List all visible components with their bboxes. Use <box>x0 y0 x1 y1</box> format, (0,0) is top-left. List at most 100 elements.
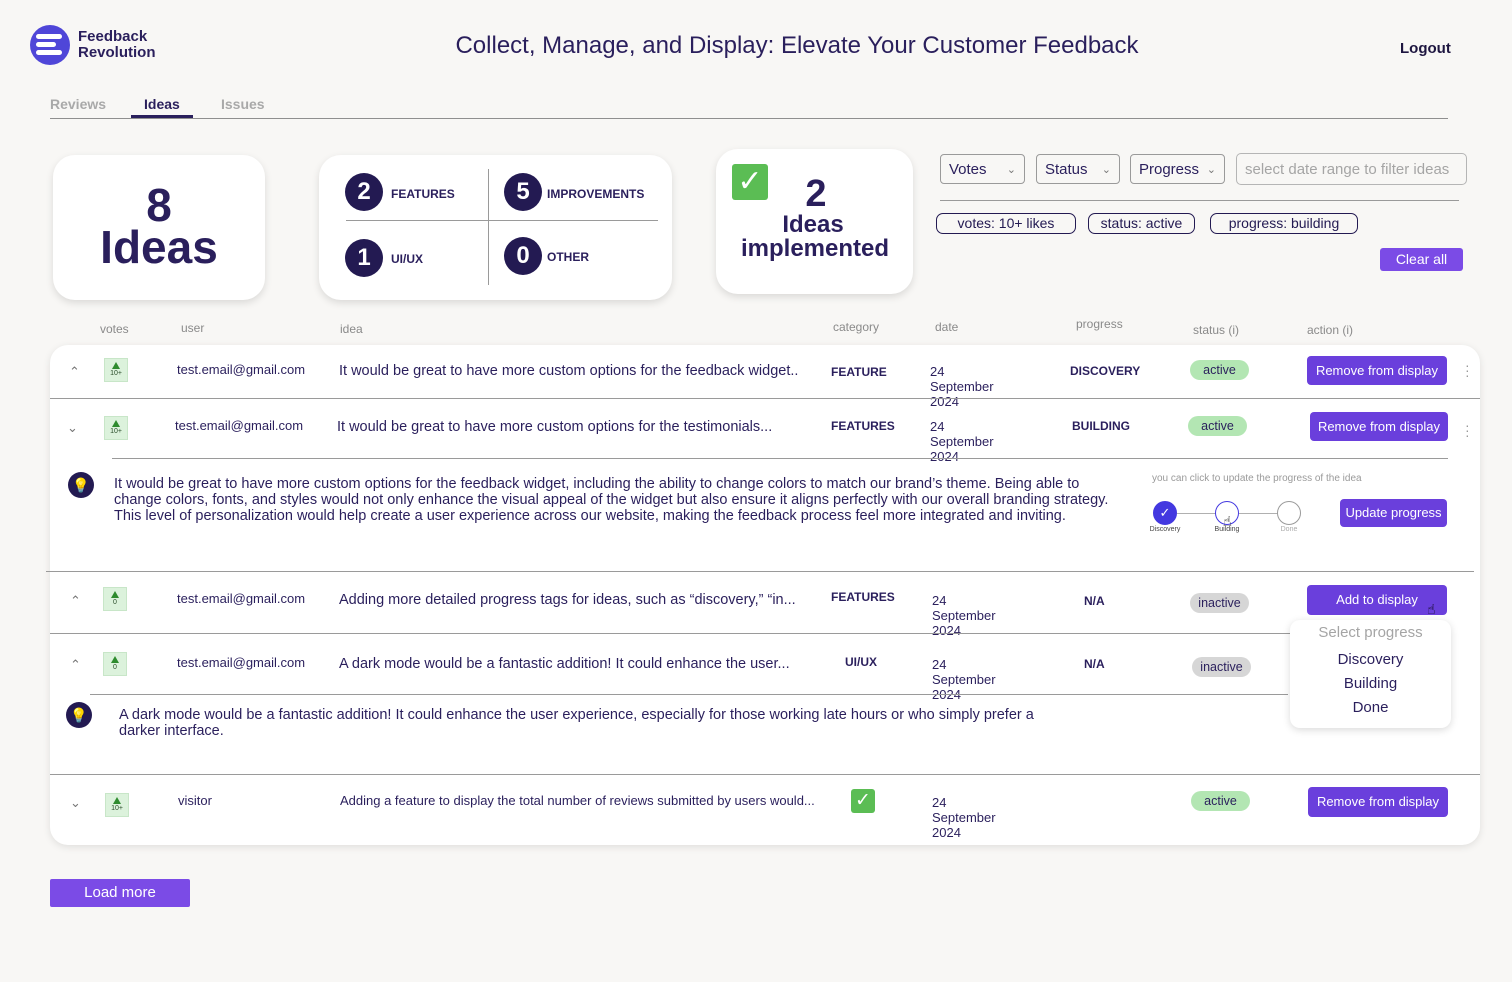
progress-filter-dropdown[interactable]: Progress ⌄ <box>1130 154 1225 184</box>
expanded-divider <box>112 458 1448 459</box>
upvote-button[interactable]: 10+ <box>104 358 128 382</box>
chevron-up-icon[interactable]: ⌃ <box>69 364 80 380</box>
features-label: FEATURES <box>391 187 455 201</box>
check-icon: ✓ <box>851 789 875 813</box>
filter-chip-progress[interactable]: progress: building <box>1210 213 1358 234</box>
filters-divider <box>940 200 1459 201</box>
status-filter-dropdown[interactable]: Status ⌄ <box>1036 154 1120 184</box>
idea-full-text: It would be great to have more custom op… <box>114 476 1109 524</box>
features-count: 2 <box>345 173 383 211</box>
header-votes: votes <box>100 322 129 336</box>
select-progress-placeholder: Select progress <box>1318 624 1423 641</box>
implemented-count: 2 <box>805 173 827 215</box>
other-count: 0 <box>504 237 542 275</box>
tab-issues[interactable]: Issues <box>221 96 265 112</box>
idea-full-text: A dark mode would be a fantastic additio… <box>119 707 1034 739</box>
row-idea[interactable]: Adding more detailed progress tags for i… <box>339 592 796 608</box>
more-options-icon[interactable]: · · · <box>1465 358 1470 382</box>
row-divider <box>50 774 1480 775</box>
uiux-label: UI/UX <box>391 252 424 266</box>
improvements-label: IMPROVEMENTS <box>547 187 645 201</box>
upvote-button[interactable]: 10+ <box>105 793 129 817</box>
status-badge: active <box>1191 791 1250 811</box>
filter-chip-votes[interactable]: votes: 10+ likes <box>936 213 1076 234</box>
remove-from-display-button[interactable]: Remove from display <box>1308 787 1448 817</box>
status-filter-label: Status <box>1045 161 1088 178</box>
row-category: FEATURES <box>831 590 895 604</box>
chevron-down-icon[interactable]: ⌄ <box>70 795 81 811</box>
ideas-count-card: 8 Ideas <box>53 155 265 300</box>
page-headline: Collect, Manage, and Display: Elevate Yo… <box>455 32 1139 59</box>
step-connector <box>1177 513 1217 514</box>
category-divider-vertical <box>488 169 489 285</box>
more-options-icon[interactable]: · · · <box>1465 418 1470 442</box>
category-divider-horizontal <box>346 220 658 221</box>
row-user: test.email@gmail.com <box>177 655 306 670</box>
upvote-arrow-icon <box>111 656 119 663</box>
header-status: status (i) <box>1193 323 1240 337</box>
filter-chip-status[interactable]: status: active <box>1088 213 1195 234</box>
status-badge: inactive <box>1192 657 1251 677</box>
status-badge: inactive <box>1190 593 1249 613</box>
remove-from-display-button[interactable]: Remove from display <box>1310 412 1448 441</box>
date-range-input[interactable]: select date range to filter ideas <box>1236 153 1467 185</box>
implemented-label-2: implemented <box>740 235 890 262</box>
improvements-count: 5 <box>504 173 542 211</box>
row-user: visitor <box>178 793 212 808</box>
menu-item-building[interactable]: Building <box>1290 675 1451 692</box>
expanded-divider <box>90 694 1288 695</box>
add-to-display-button[interactable]: Add to display <box>1307 585 1447 615</box>
row-idea[interactable]: It would be great to have more custom op… <box>337 419 772 435</box>
step-discovery-check-icon[interactable]: ✓ <box>1153 501 1177 525</box>
chevron-down-icon[interactable]: ⌄ <box>67 420 78 436</box>
chevron-up-icon[interactable]: ⌃ <box>70 593 81 609</box>
votes-filter-dropdown[interactable]: Votes ⌄ <box>940 154 1025 184</box>
header-action: action (i) <box>1307 323 1354 337</box>
step-done[interactable] <box>1277 501 1301 525</box>
row-idea[interactable]: Adding a feature to display the total nu… <box>340 793 815 808</box>
implemented-label-1: Ideas <box>782 211 844 238</box>
load-more-button[interactable]: Load more <box>50 879 190 907</box>
row-idea[interactable]: It would be great to have more custom op… <box>339 363 798 379</box>
status-badge: active <box>1190 360 1249 380</box>
update-progress-button[interactable]: Update progress <box>1340 499 1447 527</box>
menu-item-discovery[interactable]: Discovery <box>1290 651 1451 668</box>
row-user: test.email@gmail.com <box>177 591 306 606</box>
status-badge: active <box>1188 416 1247 436</box>
upvote-arrow-icon <box>112 362 120 369</box>
progress-select-menu: Select progress Discovery Building Done <box>1290 620 1451 728</box>
row-user: test.email@gmail.com <box>177 362 306 377</box>
clear-all-button[interactable]: Clear all <box>1380 248 1463 271</box>
other-label: OTHER <box>547 250 589 264</box>
row-date: 24 September 2024 <box>930 364 994 409</box>
upvote-button[interactable]: 0 <box>103 587 127 611</box>
chevron-down-icon: ⌄ <box>1206 164 1216 176</box>
active-tab-indicator <box>131 115 193 118</box>
vote-count: 10+ <box>111 805 123 812</box>
ideas-count-label: Ideas <box>100 221 218 273</box>
upvote-button[interactable]: 0 <box>103 652 127 676</box>
row-user: test.email@gmail.com <box>175 418 304 433</box>
tab-reviews[interactable]: Reviews <box>50 96 106 112</box>
logout-button[interactable]: Logout <box>1400 40 1451 57</box>
upvote-arrow-icon <box>113 797 121 804</box>
menu-item-done[interactable]: Done <box>1290 699 1451 716</box>
row-date: 24 September 2024 <box>932 795 996 840</box>
chevron-up-icon[interactable]: ⌃ <box>70 657 81 673</box>
remove-from-display-button[interactable]: Remove from display <box>1307 356 1447 385</box>
header-category: category <box>833 320 880 334</box>
tab-ideas[interactable]: Ideas <box>144 96 180 112</box>
tabs-divider <box>50 118 1448 119</box>
vote-count: 0 <box>113 664 117 671</box>
step-label-discovery: Discovery <box>1149 526 1181 533</box>
upvote-button[interactable]: 10+ <box>104 416 128 440</box>
upvote-arrow-icon <box>111 591 119 598</box>
lightbulb-icon: 💡 <box>68 472 94 498</box>
header-idea: idea <box>340 322 363 336</box>
row-progress: BUILDING <box>1072 419 1130 433</box>
row-idea[interactable]: A dark mode would be a fantastic additio… <box>339 656 790 672</box>
row-divider <box>46 571 1474 572</box>
row-category: FEATURES <box>831 419 895 433</box>
row-progress: N/A <box>1084 594 1105 608</box>
header-progress: progress <box>1076 317 1123 331</box>
